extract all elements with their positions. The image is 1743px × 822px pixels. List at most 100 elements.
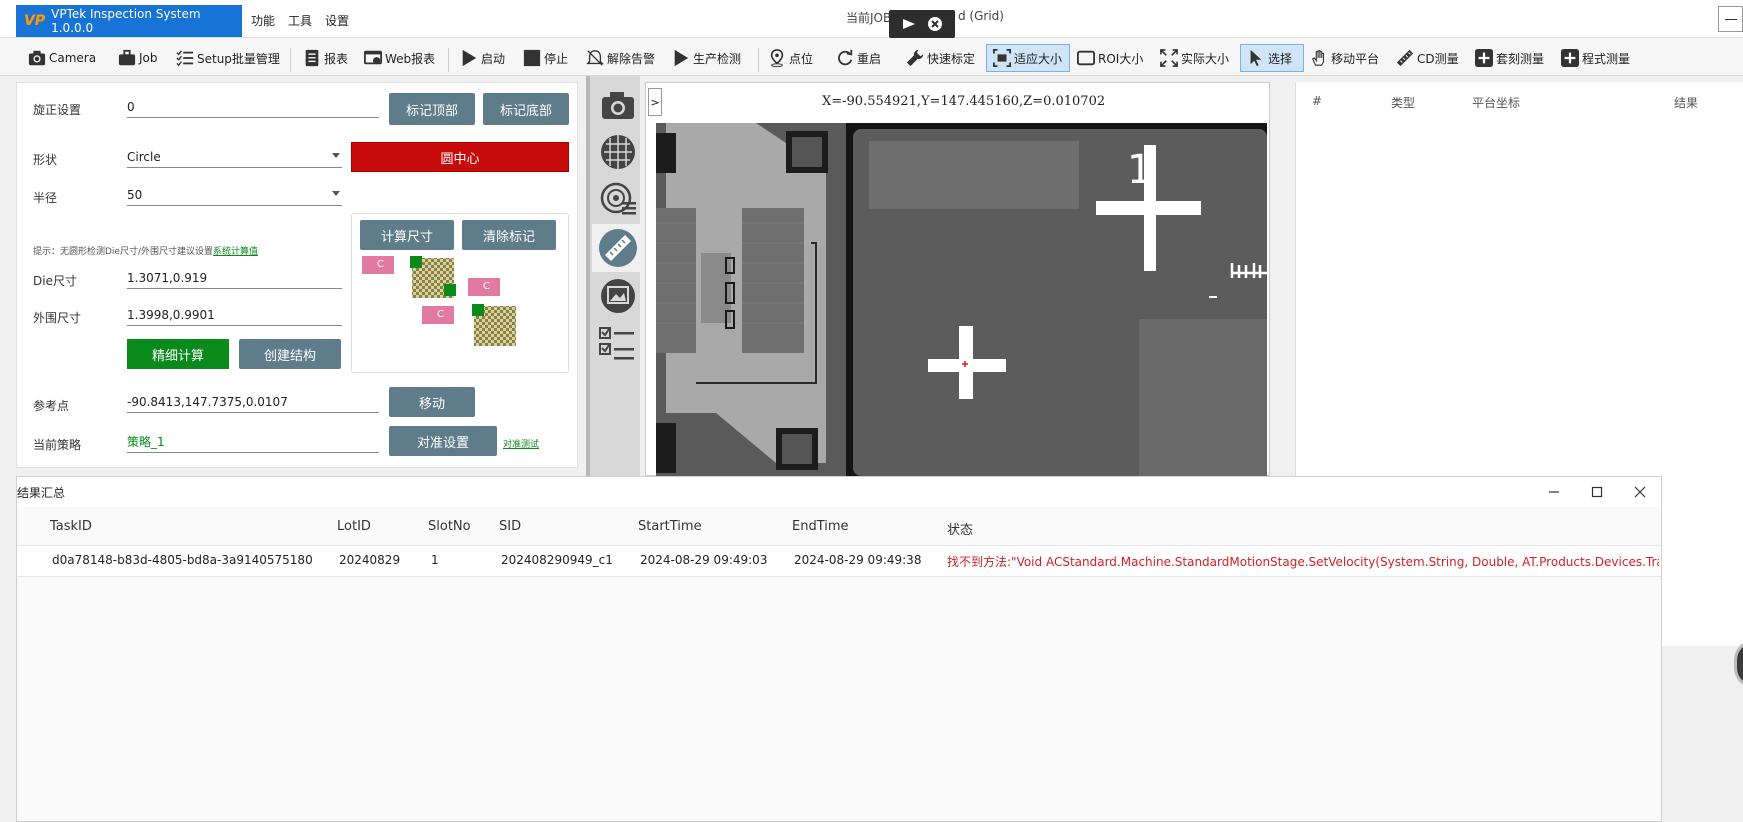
menu-settings[interactable]: 设置 bbox=[325, 12, 349, 29]
stop-icon bbox=[523, 49, 541, 67]
web-report-button[interactable]: Web报表 bbox=[364, 44, 435, 72]
mark-bottom-button[interactable]: 标记底部 bbox=[483, 93, 569, 125]
quick-calibration-label: 快速标定 bbox=[927, 51, 976, 66]
checklist-panel-icon[interactable] bbox=[598, 324, 638, 364]
recipe-measure-button[interactable]: 程式测量 bbox=[1561, 44, 1630, 72]
overlay-measure-button[interactable]: 套刻测量 bbox=[1475, 44, 1544, 72]
play-icon bbox=[462, 49, 477, 67]
chevron-down-icon bbox=[332, 153, 340, 158]
web-report-label: Web报表 bbox=[385, 51, 436, 66]
fit-size-label: 适应大小 bbox=[1014, 51, 1063, 66]
radius-select[interactable]: 50 bbox=[127, 186, 342, 206]
rotation-input[interactable]: 0 bbox=[127, 98, 379, 118]
chevron-down-icon bbox=[332, 191, 340, 196]
target-list-icon[interactable] bbox=[598, 180, 638, 220]
cell-sid: 202408290949_c1 bbox=[501, 553, 613, 567]
column-header-stage-coords[interactable]: 平台坐标 bbox=[1472, 94, 1520, 111]
cell-status-error: 找不到方法:"Void ACStandard.Machine.StandardM… bbox=[947, 553, 1659, 570]
column-header-starttime[interactable]: StartTime bbox=[638, 519, 702, 534]
current-job-title: 当前JOB bbox=[846, 11, 892, 25]
column-header-taskid[interactable]: TaskID bbox=[50, 519, 92, 534]
align-settings-button[interactable]: 对准设置 bbox=[389, 426, 497, 456]
clear-mark-button[interactable]: 清除标记 bbox=[462, 220, 556, 250]
die-size-label: Die尺寸 bbox=[33, 274, 77, 288]
results-window-titlebar: 结果汇总 bbox=[17, 477, 1661, 507]
maximize-icon bbox=[1591, 486, 1603, 498]
column-header-lotid[interactable]: LotID bbox=[337, 519, 371, 534]
move-button[interactable]: 移动 bbox=[389, 387, 475, 417]
stop-button[interactable]: 停止 bbox=[523, 44, 568, 72]
measure-ruler-icon[interactable] bbox=[598, 228, 638, 268]
outer-size-input[interactable]: 1.3998,0.9901 bbox=[127, 306, 342, 326]
shape-select[interactable]: Circle bbox=[127, 148, 342, 168]
diagram-c-label: C bbox=[437, 309, 444, 320]
job-button[interactable]: Job bbox=[118, 44, 158, 72]
column-header-sid[interactable]: SID bbox=[499, 519, 521, 534]
minimize-button[interactable] bbox=[1718, 6, 1743, 32]
column-header-result[interactable]: 结果 bbox=[1674, 94, 1698, 111]
menu-tools[interactable]: 工具 bbox=[288, 12, 312, 29]
roi-size-button[interactable]: ROI大小 bbox=[1077, 44, 1143, 72]
column-header-index[interactable]: # bbox=[1312, 94, 1322, 108]
floating-side-handle[interactable] bbox=[1734, 640, 1743, 688]
expand-icon bbox=[1160, 49, 1178, 67]
maximize-window-button[interactable] bbox=[1587, 483, 1607, 501]
column-header-status[interactable]: 状态 bbox=[947, 519, 973, 538]
results-window-title: 结果汇总 bbox=[17, 486, 66, 500]
move-stage-button[interactable]: 移动平台 bbox=[1310, 44, 1379, 72]
calc-size-button[interactable]: 计算尺寸 bbox=[360, 220, 454, 250]
camera-icon bbox=[28, 50, 46, 66]
cd-measure-label: CD测量 bbox=[1417, 51, 1459, 66]
column-header-endtime[interactable]: EndTime bbox=[792, 519, 849, 534]
current-job-title-tail: d (Grid) bbox=[958, 9, 1004, 23]
briefcase-icon bbox=[118, 49, 136, 66]
minimize-window-button[interactable] bbox=[1544, 483, 1564, 501]
mark-top-button[interactable]: 标记顶部 bbox=[389, 93, 475, 125]
ruler-icon bbox=[1396, 49, 1414, 67]
clear-alarm-button[interactable]: 解除告警 bbox=[586, 44, 655, 72]
system-calc-link[interactable]: 系统计算值 bbox=[213, 247, 258, 257]
close-window-button[interactable] bbox=[1630, 483, 1650, 501]
column-header-slotno[interactable]: SlotNo bbox=[428, 519, 471, 534]
actual-size-button[interactable]: 实际大小 bbox=[1160, 44, 1229, 72]
rotation-value: 0 bbox=[127, 100, 135, 114]
results-summary-window: 结果汇总 TaskID LotID SlotNo SID StartTime E… bbox=[16, 476, 1662, 822]
close-icon bbox=[1634, 486, 1646, 498]
roi-rect-icon bbox=[1077, 50, 1095, 66]
production-inspect-button[interactable]: 生产检测 bbox=[672, 44, 741, 72]
menu-function[interactable]: 功能 bbox=[251, 12, 275, 29]
point-position-button[interactable]: 点位 bbox=[768, 44, 813, 72]
toolbar-divider bbox=[448, 48, 449, 72]
current-strategy-label: 当前策略 bbox=[33, 438, 82, 452]
wafer-image-canvas[interactable]: 1 bbox=[656, 123, 1267, 476]
column-header-type[interactable]: 类型 bbox=[1391, 94, 1415, 111]
align-test-link[interactable]: 对准测试 bbox=[503, 437, 539, 450]
cd-measure-button[interactable]: CD测量 bbox=[1396, 44, 1459, 72]
share-toggle-icon[interactable] bbox=[889, 10, 955, 38]
camera-button[interactable]: Camera bbox=[28, 44, 96, 72]
report-label: 报表 bbox=[324, 51, 349, 66]
job-label: Job bbox=[139, 51, 158, 65]
strategy-input[interactable]: 策略_1 bbox=[127, 433, 379, 453]
quick-calibration-button[interactable]: 快速标定 bbox=[906, 44, 975, 72]
fine-calc-button[interactable]: 精细计算 bbox=[127, 339, 229, 369]
die-size-input[interactable]: 1.3071,0.919 bbox=[127, 269, 342, 289]
setup-batch-button[interactable]: Setup批量管理 bbox=[176, 44, 280, 72]
strategy-value: 策略_1 bbox=[127, 435, 165, 449]
select-button[interactable]: 选择 bbox=[1240, 44, 1304, 72]
image-gallery-icon[interactable] bbox=[598, 276, 638, 316]
alignment-settings-panel: 旋正设置 0 标记顶部 标记底部 形状 Circle 圆中心 半径 50 计算尺… bbox=[16, 82, 578, 468]
move-stage-label: 移动平台 bbox=[1331, 51, 1380, 66]
restart-button[interactable]: 重启 bbox=[836, 44, 881, 72]
reference-point-input[interactable]: -90.8413,147.7375,0.0107 bbox=[127, 393, 379, 413]
circle-center-button[interactable]: 圆中心 bbox=[351, 142, 569, 172]
app-title: VPTek Inspection System 1.0.0.0 bbox=[51, 7, 201, 35]
snapshot-camera-icon[interactable] bbox=[598, 86, 638, 126]
collapse-panel-button[interactable]: > bbox=[648, 88, 662, 116]
create-structure-button[interactable]: 创建结构 bbox=[239, 339, 341, 369]
report-button[interactable]: 报表 bbox=[303, 44, 348, 72]
grid-view-icon[interactable] bbox=[598, 132, 638, 172]
fit-size-button[interactable]: 适应大小 bbox=[986, 44, 1070, 72]
start-button[interactable]: 启动 bbox=[460, 44, 505, 72]
roi-size-label: ROI大小 bbox=[1098, 51, 1144, 66]
